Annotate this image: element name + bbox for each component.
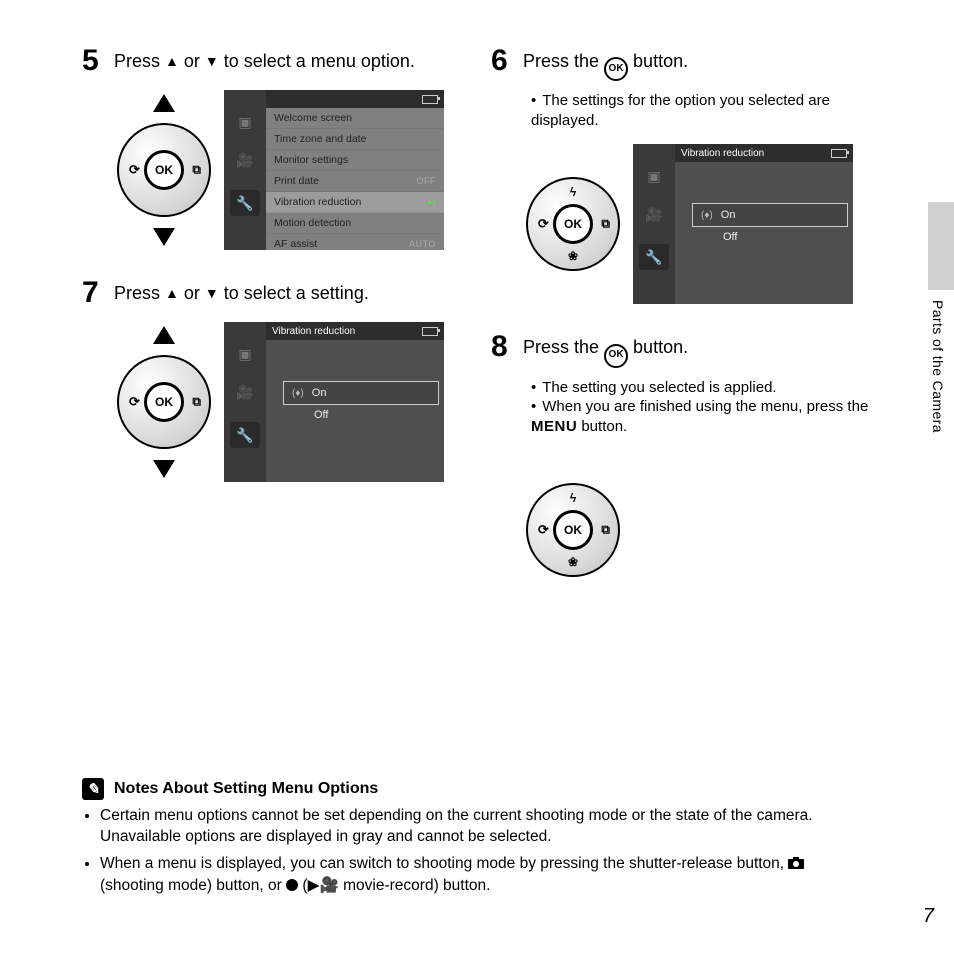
page-content: 5 Press ▲ or ▼ to select a menu option. …	[82, 46, 872, 903]
figure-step-8: ϟ ❀ ⟳ ⧉ OK	[525, 450, 872, 610]
movie-record-icon: ▶🎥	[308, 877, 339, 894]
step-5: 5 Press ▲ or ▼ to select a menu option.	[82, 46, 463, 76]
option-row: (♦)On	[284, 382, 438, 404]
down-arrow-icon	[153, 460, 175, 478]
up-arrow-icon	[153, 326, 175, 344]
multi-selector-dial: ϟ ❀ ⟳ ⧉ OK	[116, 326, 212, 478]
menu-row: Print dateOFF	[266, 171, 444, 192]
macro-icon: ❀	[568, 249, 578, 263]
up-triangle-icon: ▲	[165, 285, 179, 303]
thumb-index-tab	[928, 202, 954, 290]
figure-step-5: ϟ ❀ ⟳ ⧉ OK ▣ 🎥 🔧	[116, 90, 463, 250]
screen-header: Vibration reduction	[681, 148, 764, 159]
step-number: 5	[82, 46, 104, 76]
option-row: (♦)On	[693, 204, 847, 226]
step-6-bullets: The settings for the option you selected…	[531, 91, 872, 130]
step-text: Press ▲ or ▼ to select a menu option.	[114, 46, 415, 76]
camera-screen-setup-menu: ▣ 🎥 🔧 Welcome screenTime zone and dateMo…	[224, 90, 444, 250]
down-triangle-icon: ▼	[205, 53, 219, 71]
step-number: 6	[491, 46, 513, 81]
notes-section: ✎ Notes About Setting Menu Options Certa…	[82, 778, 872, 897]
wrench-tab-icon: 🔧	[639, 244, 669, 270]
self-timer-icon: ⟳	[129, 394, 140, 410]
self-timer-icon: ⟳	[538, 216, 549, 232]
menu-word: MENU	[531, 418, 577, 435]
step-text: Press the OK button.	[523, 332, 688, 367]
step-text: Press the OK button.	[523, 46, 688, 81]
battery-icon	[831, 149, 847, 158]
exposure-comp-icon: ⧉	[601, 523, 610, 538]
step-8: 8 Press the OK button.	[491, 332, 872, 367]
menu-row: Welcome screen	[266, 108, 444, 129]
camera-screen-vr-options: ▣ 🎥 🔧 Vibration reduction (♦)OnOff	[224, 322, 444, 482]
figure-step-7: ϟ ❀ ⟳ ⧉ OK ▣ 🎥 🔧 Vibration reduction	[116, 322, 463, 482]
ok-icon: OK	[604, 57, 628, 81]
movie-tab-icon: 🎥	[645, 206, 663, 222]
note-item: Certain menu options cannot be set depen…	[100, 806, 872, 848]
camera-icon	[788, 855, 804, 876]
exposure-comp-icon: ⧉	[601, 217, 610, 232]
screen-header: Vibration reduction	[272, 326, 355, 337]
page-number: 7	[923, 905, 934, 928]
option-row: Off	[284, 404, 438, 426]
multi-selector-dial: ϟ ❀ ⟳ ⧉ OK	[116, 94, 212, 246]
camera-tab-icon: ▣	[236, 346, 254, 362]
step-number: 7	[82, 278, 104, 308]
self-timer-icon: ⟳	[129, 162, 140, 178]
ok-button: OK	[144, 150, 184, 190]
macro-icon: ❀	[568, 555, 578, 569]
note-item: When a menu is displayed, you can switch…	[100, 854, 872, 897]
ok-button: OK	[553, 204, 593, 244]
step-text: Press ▲ or ▼ to select a setting.	[114, 278, 369, 308]
option-row: Off	[693, 226, 847, 248]
option-list: (♦)OnOff	[284, 382, 438, 426]
ok-icon: OK	[604, 344, 628, 368]
notes-icon: ✎	[82, 778, 104, 800]
multi-selector-dial: ϟ ❀ ⟳ ⧉ OK	[525, 482, 621, 578]
option-list: (♦)OnOff	[693, 204, 847, 248]
camera-tab-icon: ▣	[645, 168, 663, 184]
movie-tab-icon: 🎥	[236, 384, 254, 400]
menu-row: Monitor settings	[266, 150, 444, 171]
record-dot-icon	[286, 879, 298, 891]
battery-icon	[422, 327, 438, 336]
flash-icon: ϟ	[570, 185, 576, 199]
bullet: The settings for the option you selected…	[531, 91, 872, 130]
menu-row: Motion detection	[266, 213, 444, 234]
section-label: Parts of the Camera	[930, 300, 946, 433]
down-triangle-icon: ▼	[205, 285, 219, 303]
step-8-bullets: The setting you selected is applied. Whe…	[531, 378, 872, 437]
step-6: 6 Press the OK button.	[491, 46, 872, 81]
exposure-comp-icon: ⧉	[192, 395, 201, 410]
menu-row: Vibration reduction(♦)	[266, 192, 444, 213]
step-number: 8	[491, 332, 513, 367]
movie-tab-icon: 🎥	[236, 152, 254, 168]
figure-step-6: ϟ ❀ ⟳ ⧉ OK ▣ 🎥 🔧 Vibration reduction	[525, 144, 872, 304]
self-timer-icon: ⟳	[538, 522, 549, 538]
menu-list: Welcome screenTime zone and dateMonitor …	[266, 108, 444, 250]
battery-icon	[422, 95, 438, 104]
menu-row: Time zone and date	[266, 129, 444, 150]
notes-title: Notes About Setting Menu Options	[114, 780, 378, 798]
bullet: When you are finished using the menu, pr…	[531, 397, 872, 436]
down-arrow-icon	[153, 228, 175, 246]
ok-button: OK	[144, 382, 184, 422]
camera-screen-vr-options: ▣ 🎥 🔧 Vibration reduction (♦)OnOff	[633, 144, 853, 304]
up-arrow-icon	[153, 94, 175, 112]
wrench-tab-icon: 🔧	[230, 422, 260, 448]
flash-icon: ϟ	[570, 491, 576, 505]
step-7: 7 Press ▲ or ▼ to select a setting.	[82, 278, 463, 308]
multi-selector-dial: ϟ ❀ ⟳ ⧉ OK	[525, 176, 621, 272]
wrench-tab-icon: 🔧	[230, 190, 260, 216]
bullet: The setting you selected is applied.	[531, 378, 872, 398]
menu-row: AF assistAUTO	[266, 234, 444, 250]
up-triangle-icon: ▲	[165, 53, 179, 71]
camera-tab-icon: ▣	[236, 114, 254, 130]
ok-button: OK	[553, 510, 593, 550]
exposure-comp-icon: ⧉	[192, 163, 201, 178]
